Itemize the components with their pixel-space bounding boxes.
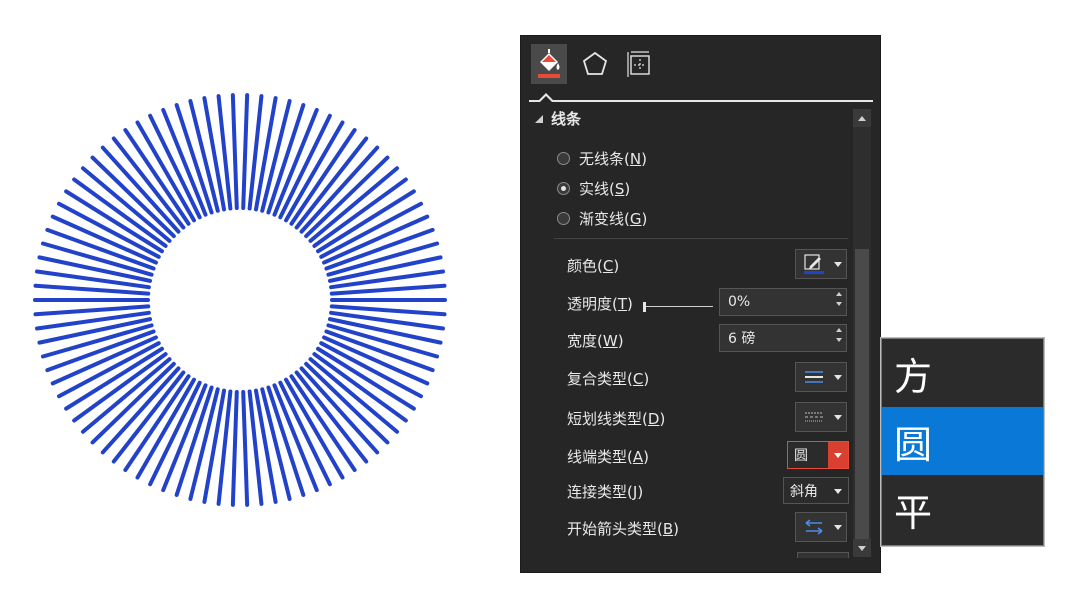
tab-effects[interactable] [577,44,613,84]
scrollbar-thumb[interactable] [855,249,869,544]
chevron-up-icon [858,115,866,121]
format-shape-pane: 线条 无线条(N) 实线(S) 渐变线(G) 颜色(C) 透明度(T) 0% 宽… [520,35,881,573]
radio-gradient-line[interactable]: 渐变线(G) [557,208,647,229]
ray-line [33,283,151,296]
radio-no-line[interactable]: 无线条(N) [557,148,647,169]
ray-line [329,269,445,290]
radio-label: 实线(S) [579,180,631,198]
scroll-up-button[interactable] [853,109,871,127]
width-value[interactable]: 6 磅 [728,328,755,348]
cap-option-round[interactable]: 圆 [882,407,1043,475]
cap-option-flat[interactable]: 平 [882,475,1043,543]
end-arrow-type-button[interactable] [797,552,849,558]
compound-type-button[interactable] [795,362,847,392]
chevron-down-icon [834,374,842,380]
chevron-down-icon [858,545,866,551]
line-color-button[interactable] [795,249,847,279]
ray-line [241,93,250,211]
pen-color-icon [804,254,824,274]
dash-type-label: 短划线类型(D) [567,410,666,428]
cap-type-popup: 方 圆 平 [881,338,1044,546]
chevron-down-icon [834,524,842,530]
color-label: 颜色(C) [567,257,620,275]
cap-type-dropdown[interactable]: 圆 [787,441,849,469]
transparency-value[interactable]: 0% [728,294,750,310]
tab-size-properties[interactable] [621,44,657,84]
compound-lines-icon [805,371,823,383]
join-type-label: 连接类型(J) [567,483,644,501]
radio-button[interactable] [557,152,570,165]
radio-button[interactable] [557,212,570,225]
chevron-down-icon [834,414,842,420]
ray-line [329,283,447,296]
cap-type-value[interactable]: 圆 [788,442,828,468]
ray-line [35,310,151,331]
spin-arrows[interactable] [836,292,842,306]
arrows-icon [805,519,823,535]
chevron-down-icon [834,261,842,267]
section-header-line[interactable]: 线条 [535,108,581,129]
slider-thumb[interactable] [643,302,646,312]
transparency-input[interactable]: 0% [719,288,847,316]
width-input[interactable]: 6 磅 [719,324,847,352]
cap-option-square[interactable]: 方 [882,339,1043,407]
pane-tabs [521,36,880,104]
transparency-label: 透明度(T) [567,295,633,313]
section-title: 线条 [551,110,582,128]
chevron-down-icon [834,489,842,494]
ray-line [35,269,151,290]
ray-line [230,93,239,211]
dash-type-button[interactable] [795,402,847,432]
effects-pentagon-icon [582,51,608,75]
cap-type-dropdown-button[interactable] [828,442,848,468]
begin-arrow-type-button[interactable] [795,512,847,542]
chevron-down-icon [834,452,843,458]
scroll-down-button[interactable] [853,539,871,557]
join-type-dropdown[interactable]: 斜角 [783,477,849,504]
radio-solid-line[interactable]: 实线(S) [557,178,630,199]
ray-line [329,304,447,317]
tab-fill-line[interactable] [531,44,567,84]
collapse-triangle-icon [535,114,543,123]
ray-line [33,304,151,317]
dash-lines-icon [805,412,823,422]
compound-type-label: 复合类型(C) [567,370,650,388]
width-label: 宽度(W) [567,332,624,350]
transparency-slider[interactable] [643,302,713,312]
radio-label: 无线条(N) [579,150,647,168]
tab-underline [529,100,873,102]
radial-line-graphic[interactable] [20,80,460,520]
ray-line [329,310,445,331]
fill-line-icon [538,49,560,78]
radio-label: 渐变线(G) [579,210,648,228]
ray-line [230,389,239,507]
join-type-value[interactable]: 斜角 [790,481,818,501]
spin-arrows[interactable] [836,328,842,342]
ray-line [241,389,250,507]
begin-arrow-type-label: 开始箭头类型(B) [567,520,680,538]
cap-type-label: 线端类型(A) [567,448,649,466]
size-properties-icon [627,51,650,77]
pane-scrollbar[interactable] [853,109,871,557]
divider [554,238,848,239]
radio-button[interactable] [557,182,570,195]
